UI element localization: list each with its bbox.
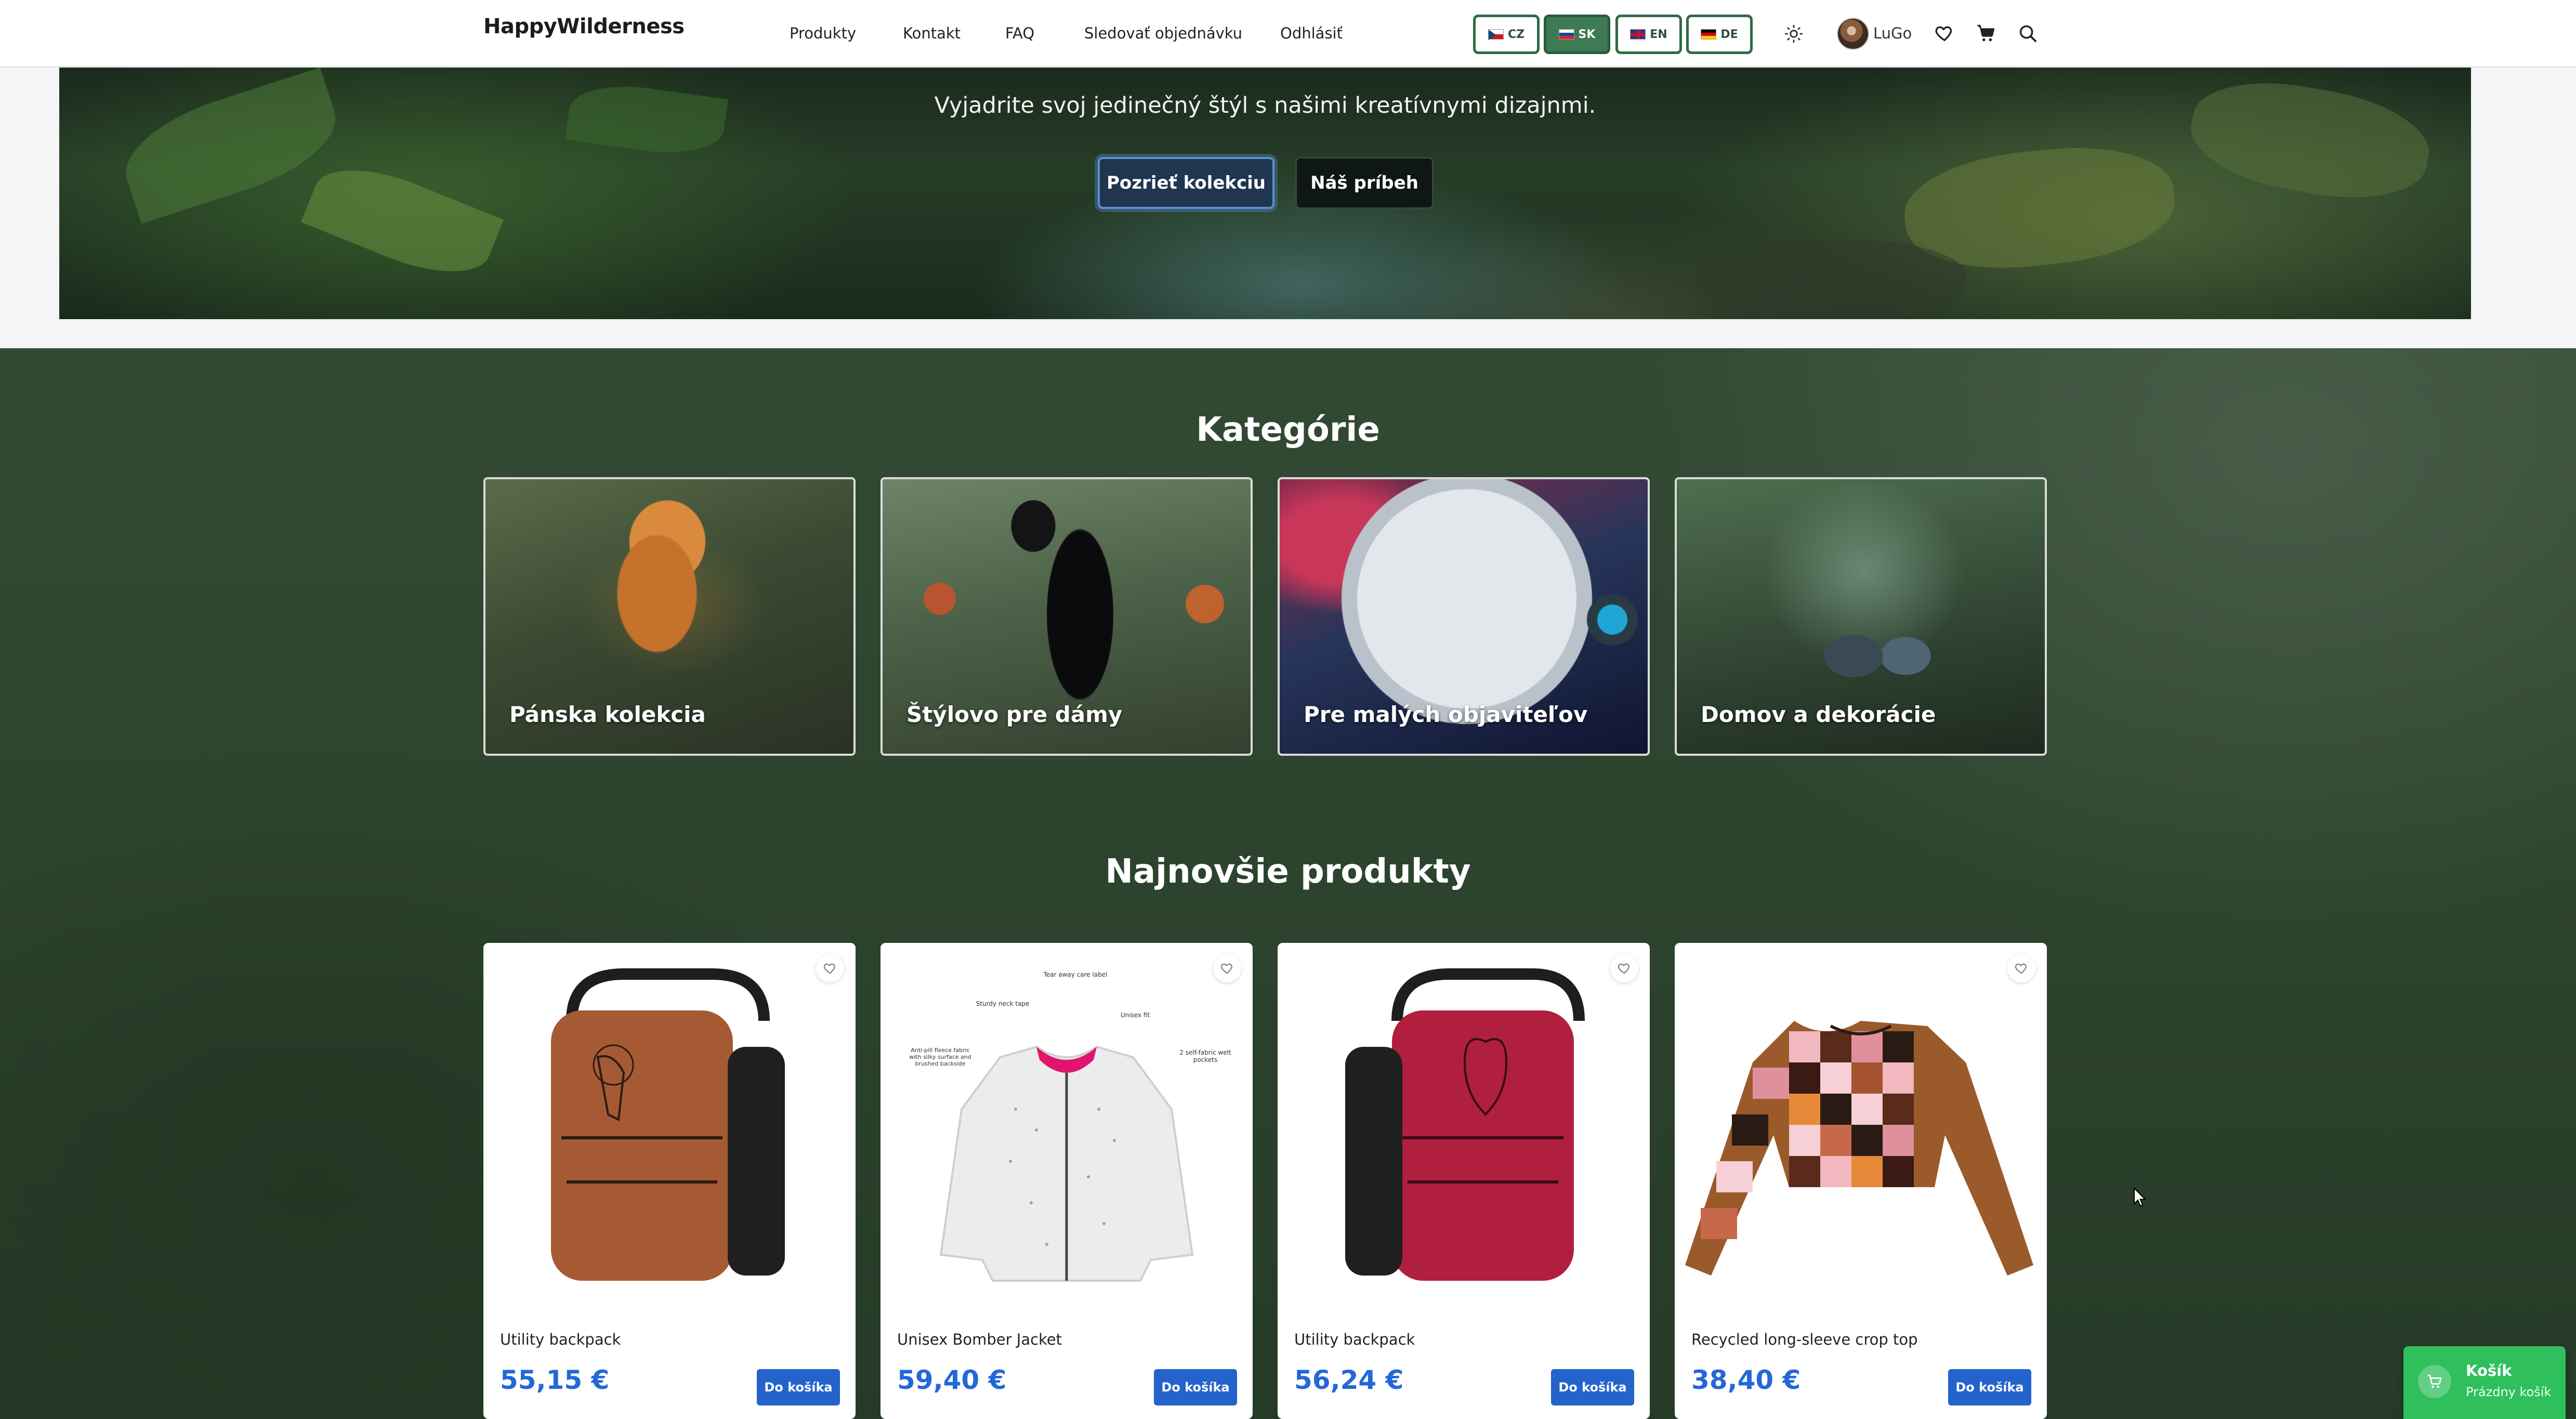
floating-cart-widget[interactable]: Košík Prázdny košík [2403, 1346, 2566, 1419]
hero-margin-left [0, 68, 59, 319]
product-name[interactable]: Utility backpack [500, 1331, 621, 1348]
product-image-backpack-brown[interactable] [483, 943, 856, 1317]
lang-button-cz[interactable]: CZ [1473, 15, 1540, 54]
section-divider [0, 319, 2576, 348]
category-label: Pre malých objaviteľov [1304, 702, 1588, 727]
jacket-callout: Tear away care label [1043, 971, 1108, 978]
flag-sk-icon [1558, 29, 1574, 40]
flag-cz-icon [1488, 29, 1504, 40]
lang-label: CZ [1507, 28, 1525, 41]
heart-icon[interactable] [1934, 23, 1955, 44]
nav-link-kontakt[interactable]: Kontakt [903, 24, 961, 42]
view-collection-button[interactable]: Pozrieť kolekciu [1098, 157, 1274, 209]
lang-button-de[interactable]: DE [1686, 15, 1753, 54]
category-card-mens[interactable]: Pánska kolekcia [483, 477, 856, 756]
lang-label: DE [1720, 28, 1738, 41]
product-image-bomber-jacket[interactable] [880, 943, 1253, 1317]
hero-rock [1697, 239, 1967, 319]
hero-foliage [565, 77, 728, 162]
lang-button-en[interactable]: EN [1615, 15, 1682, 54]
product-card[interactable]: Tear away care label Sturdy neck tape Un… [880, 943, 1253, 1419]
cart-widget-title: Košík [2466, 1362, 2512, 1379]
category-card-home[interactable]: Domov a dekorácie [1675, 477, 2047, 756]
user-name[interactable]: LuGo [1873, 24, 1912, 42]
avatar[interactable] [1837, 18, 1869, 50]
jacket-callout: Unisex fit [1120, 1011, 1150, 1019]
wishlist-button[interactable] [1213, 954, 1241, 982]
category-label: Domov a dekorácie [1701, 702, 1936, 727]
nav-link-faq[interactable]: FAQ [1005, 24, 1034, 42]
category-card-womens[interactable]: Štýlovo pre dámy [880, 477, 1253, 756]
add-to-cart-button[interactable]: Do košíka [1948, 1369, 2031, 1405]
hero-banner: Vyjadrite svoj jedinečný štýl s našimi k… [59, 68, 2471, 319]
product-name[interactable]: Recycled long-sleeve crop top [1691, 1331, 1918, 1348]
cart-icon[interactable] [1975, 23, 1997, 44]
latest-products-heading: Najnovšie produkty [1105, 852, 1471, 891]
cart-icon-badge [2418, 1365, 2451, 1398]
pixel-pattern [1701, 1031, 1914, 1239]
add-to-cart-button[interactable]: Do košíka [1551, 1369, 1634, 1405]
product-image-crop-top[interactable] [1675, 943, 2047, 1317]
nav-link-sledovat-objednavku[interactable]: Sledovať objednávku [1084, 24, 1242, 42]
hero-rock [2183, 68, 2437, 213]
nav-link-odhlasit[interactable]: Odhlásiť [1280, 24, 1343, 42]
product-card[interactable]: Utility backpack 55,15 € Do košíka [483, 943, 856, 1419]
heart-icon [2015, 963, 2027, 974]
add-to-cart-button[interactable]: Do košíka [757, 1369, 840, 1405]
jacket-callout: Sturdy neck tape [976, 1000, 1030, 1007]
flag-en-icon [1630, 29, 1646, 40]
category-label: Štýlovo pre dámy [906, 702, 1123, 727]
brand-logo[interactable]: HappyWilderness [483, 15, 685, 38]
heart-icon [1618, 963, 1629, 974]
lang-label: SK [1578, 28, 1596, 41]
product-price: 59,40 € [897, 1365, 1007, 1395]
product-price: 55,15 € [500, 1365, 610, 1395]
product-name[interactable]: Unisex Bomber Jacket [897, 1331, 1062, 1348]
product-card[interactable]: Utility backpack 56,24 € Do košíka [1278, 943, 1650, 1419]
hero-foliage [301, 150, 504, 292]
nav-link-produkty[interactable]: Produkty [790, 24, 856, 42]
flag-de-icon [1701, 29, 1717, 40]
wishlist-button[interactable] [2007, 954, 2035, 982]
mouse-cursor-icon [2134, 1187, 2147, 1207]
heart-icon [1220, 963, 1232, 974]
site-header: HappyWilderness Produkty Kontakt FAQ Sle… [0, 0, 2576, 68]
heart-icon [823, 963, 835, 974]
sun-icon[interactable] [1784, 24, 1804, 44]
hero-tagline: Vyjadrite svoj jedinečný štýl s našimi k… [934, 93, 1596, 119]
cart-widget-status: Prázdny košík [2466, 1385, 2552, 1399]
category-label: Pánska kolekcia [509, 702, 706, 727]
product-price: 38,40 € [1691, 1365, 1801, 1395]
add-to-cart-button[interactable]: Do košíka [1154, 1369, 1237, 1405]
product-name[interactable]: Utility backpack [1294, 1331, 1415, 1348]
hero-margin-right [2471, 68, 2576, 319]
our-story-button[interactable]: Náš príbeh [1295, 157, 1434, 209]
search-icon[interactable] [2018, 23, 2038, 43]
lang-label: EN [1650, 28, 1667, 41]
product-card[interactable]: Recycled long-sleeve crop top 38,40 € Do… [1675, 943, 2047, 1419]
jacket-callout: 2 self-fabric welt pockets [1179, 1049, 1231, 1063]
jacket-callout: Anti-pill fleece fabric with silky surfa… [909, 1047, 971, 1067]
categories-heading: Kategórie [1196, 411, 1380, 449]
wishlist-button[interactable] [1610, 954, 1638, 982]
wishlist-button[interactable] [816, 954, 844, 982]
product-image-backpack-red[interactable] [1278, 943, 1650, 1317]
product-price: 56,24 € [1294, 1365, 1404, 1395]
backpack-body [1392, 1010, 1574, 1281]
cart-icon [2427, 1374, 2442, 1388]
backpack-body [551, 1010, 733, 1281]
lang-button-sk[interactable]: SK [1544, 15, 1610, 54]
category-card-kids[interactable]: Pre malých objaviteľov [1278, 477, 1650, 756]
